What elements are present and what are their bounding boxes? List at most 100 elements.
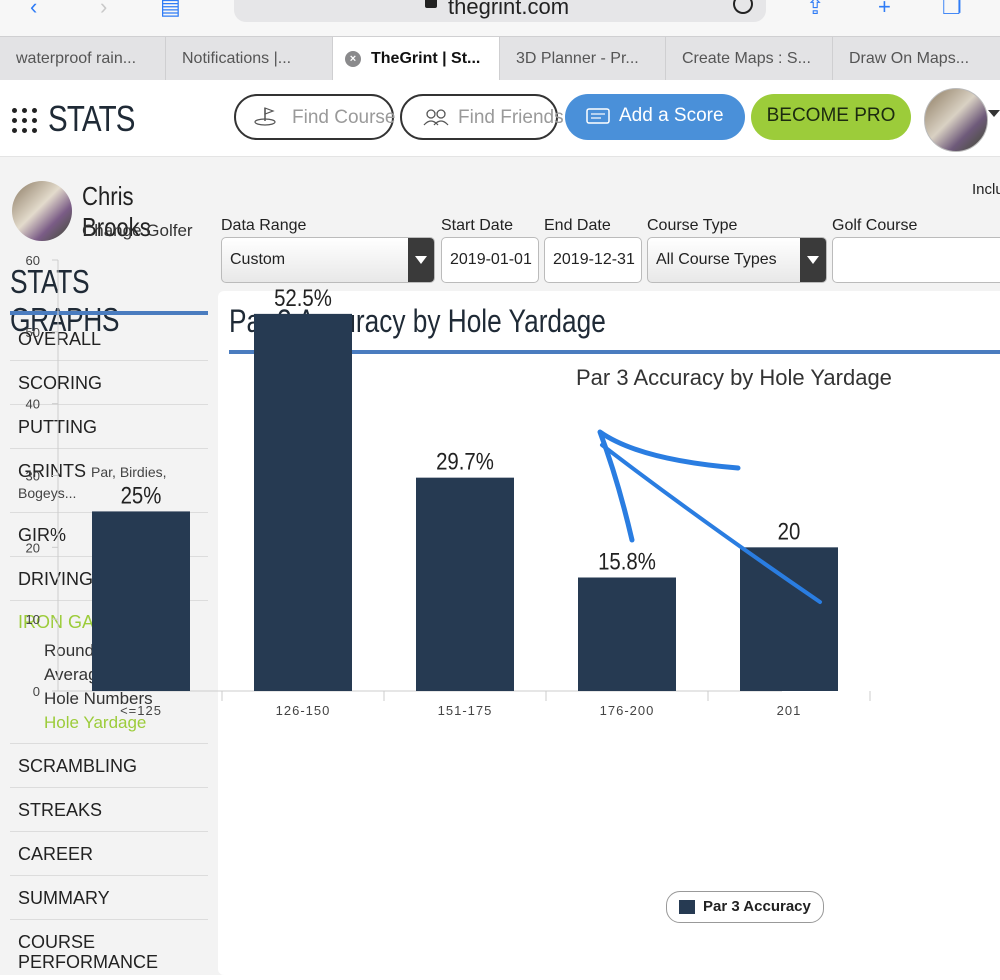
chevron-down-icon[interactable]	[988, 110, 1000, 117]
browser-tab[interactable]: waterproof rain...	[0, 37, 166, 80]
browser-tab[interactable]: Notifications |...	[166, 37, 333, 80]
menu-item-label: GIR%	[18, 525, 67, 545]
tab-label: Notifications |...	[182, 50, 292, 67]
x-tick-label: 176-200	[600, 703, 655, 718]
include-label: Inclu	[972, 181, 1000, 198]
submenu-item-round[interactable]: Round	[18, 639, 208, 663]
menu-item-course-performance[interactable]: COURSE PERFORMANCE	[10, 920, 208, 980]
bar	[740, 547, 838, 691]
menu-item-grints[interactable]: GRINTS Par, Birdies, Bogeys...	[10, 449, 208, 513]
chevron-down-icon	[408, 238, 434, 282]
data-label: 15.8%	[598, 548, 656, 575]
data-range-label: Data Range	[221, 217, 307, 234]
browser-tab[interactable]: Draw On Maps...	[833, 37, 1000, 80]
annotation-arrow-shaft	[600, 443, 822, 604]
find-course-label: Find Course	[292, 107, 396, 128]
menu-item-scoring[interactable]: SCORING	[10, 361, 208, 405]
scorecard-icon	[586, 108, 610, 124]
find-friends-label: Find Friends	[458, 107, 564, 128]
menu-item-overall[interactable]: OVERALL	[10, 317, 208, 361]
menu-item-scrambling[interactable]: SCRAMBLING	[10, 744, 208, 788]
menu-item-note: Bogeys...	[18, 485, 77, 501]
menu-item-label: SUMMARY	[18, 888, 110, 908]
forward-icon[interactable]: ›	[100, 0, 107, 20]
bar	[578, 577, 676, 691]
bar	[416, 477, 514, 691]
browser-tab-active[interactable]: × TheGrint | St...	[333, 37, 500, 80]
change-golfer-link[interactable]: Change Golfer	[82, 221, 193, 241]
become-pro-button[interactable]: BECOME PRO	[751, 94, 911, 140]
tab-label: TheGrint | St...	[371, 50, 481, 67]
user-avatar[interactable]	[924, 88, 988, 152]
add-tab-icon[interactable]: +	[878, 0, 891, 20]
legend-label: Par 3 Accuracy	[703, 898, 811, 915]
menu-item-putting[interactable]: PUTTING	[10, 405, 208, 449]
menu-item-note: Par, Birdies,	[91, 464, 167, 480]
submenu-item-hole-yardage[interactable]: Hole Yardage	[18, 711, 208, 735]
course-type-select[interactable]: All Course Types	[647, 237, 827, 283]
menu-item-label: SCRAMBLING	[18, 756, 138, 776]
menu-item-label: STREAKS	[18, 800, 103, 820]
bookmarks-icon[interactable]: ▤	[160, 0, 181, 20]
end-date-label: End Date	[544, 217, 611, 234]
menu-item-label: OVERALL	[18, 329, 102, 349]
lock-icon	[425, 0, 437, 8]
start-date-input[interactable]: 2019-01-01	[441, 237, 539, 283]
menu-item-label: PERFORMANCE	[18, 952, 159, 972]
browser-toolbar: ‹ › ▤ thegrint.com ⇪ + ❐	[0, 0, 1000, 36]
menu-item-summary[interactable]: SUMMARY	[10, 876, 208, 920]
menu-item-label: DRIVING%	[18, 569, 110, 589]
app-header: STATS Find Course Find Friends Add a Sco…	[0, 80, 1000, 157]
friends-icon	[423, 109, 449, 126]
main-content: Inclu Data Range Custom Start Date 2019-…	[26, 157, 1000, 975]
chart-title: Par 3 Accuracy by Hole Yardage	[576, 365, 892, 390]
end-date-value: 2019-12-31	[553, 251, 635, 268]
menu-item-driving[interactable]: DRIVING%	[10, 557, 208, 601]
menu-item-note: Par 3's	[126, 615, 170, 631]
browser-tab[interactable]: 3D Planner - Pr...	[500, 37, 666, 80]
chart-card: Par 3 Accuracy by Hole Yardage Par 3 Acc…	[26, 253, 1000, 975]
x-tick-label: 126-150	[276, 703, 331, 718]
end-date-input[interactable]: 2019-12-31	[544, 237, 642, 283]
find-friends-button[interactable]: Find Friends	[400, 94, 564, 140]
stats-logo[interactable]: STATS	[48, 98, 135, 140]
become-pro-label: BECOME PRO	[766, 105, 896, 126]
menu-item-gir[interactable]: GIR%	[10, 513, 208, 557]
bar	[254, 313, 352, 691]
tab-label: 3D Planner - Pr...	[516, 50, 639, 67]
share-icon[interactable]: ⇪	[806, 0, 824, 20]
menu-item-iron-game[interactable]: IRON GAME Par 3's Round Average Hole Num…	[10, 601, 208, 744]
golf-flag-icon	[254, 107, 276, 126]
tabs-overview-icon[interactable]: ❐	[942, 0, 962, 20]
tab-label: Draw On Maps...	[849, 50, 970, 67]
submenu-item-hole-numbers[interactable]: Hole Numbers	[18, 687, 208, 711]
menu-item-label: GRINTS	[18, 461, 87, 481]
golfer-avatar	[12, 181, 72, 241]
course-type-value: All Course Types	[656, 251, 777, 268]
stats-menu: OVERALL SCORING PUTTING GRINTS Par, Bird…	[10, 317, 208, 980]
menu-item-career[interactable]: CAREER	[10, 832, 208, 876]
menu-item-label: PUTTING	[18, 417, 97, 437]
x-tick-label: 151-175	[438, 703, 493, 718]
menu-item-label: IRON GAME	[18, 612, 122, 632]
section-divider	[10, 311, 208, 315]
chart-legend[interactable]: Par 3 Accuracy	[666, 891, 824, 923]
back-icon[interactable]: ‹	[30, 0, 37, 20]
golf-course-input[interactable]	[832, 237, 1000, 283]
add-score-button[interactable]: Add a Score	[565, 94, 745, 140]
course-type-label: Course Type	[647, 217, 738, 234]
close-tab-icon[interactable]: ×	[345, 51, 361, 67]
menu-item-streaks[interactable]: STREAKS	[10, 788, 208, 832]
add-score-label: Add a Score	[619, 105, 724, 126]
chevron-down-icon	[800, 238, 826, 282]
data-label: 29.7%	[436, 448, 494, 475]
sidebar: Chris Brooks Change Golfer STATS GRAPHS …	[0, 157, 218, 975]
browser-tab[interactable]: Create Maps : S...	[666, 37, 833, 80]
find-course-button[interactable]: Find Course	[234, 94, 396, 140]
data-range-select[interactable]: Custom	[221, 237, 435, 283]
submenu-item-average[interactable]: Average	[18, 663, 208, 687]
url-text: thegrint.com	[448, 0, 570, 19]
card-title: Par 3 Accuracy by Hole Yardage	[229, 303, 606, 339]
legend-swatch	[679, 900, 695, 914]
start-date-label: Start Date	[441, 217, 514, 234]
